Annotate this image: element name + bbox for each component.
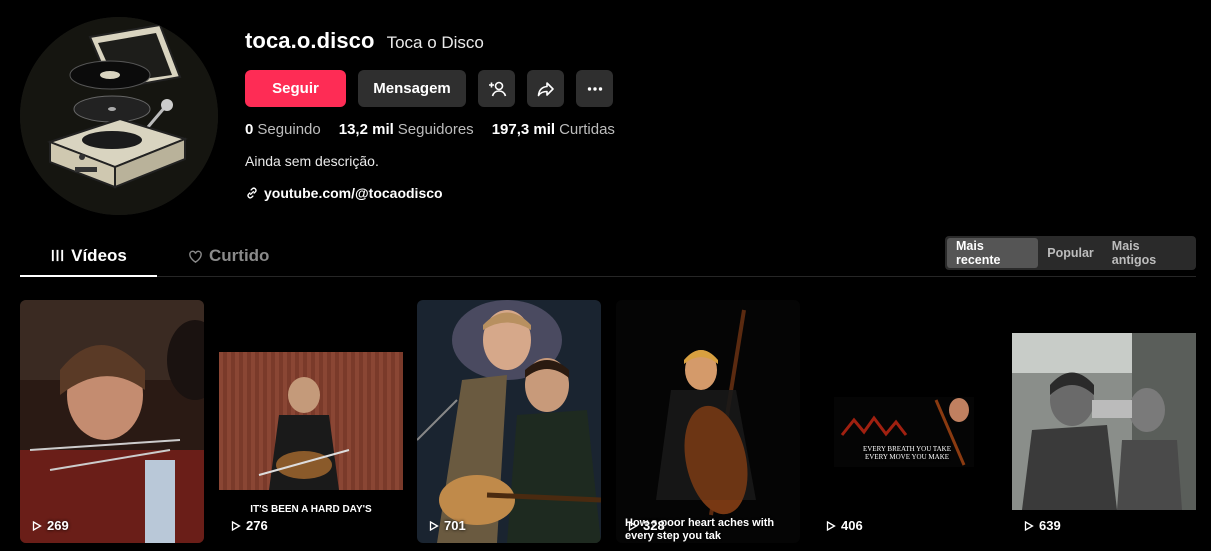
view-count: 276 (231, 518, 268, 533)
add-friend-button[interactable] (478, 70, 515, 107)
more-options-button[interactable] (576, 70, 613, 107)
play-icon (1024, 520, 1034, 531)
view-count-value: 269 (47, 518, 69, 533)
view-count: 639 (1024, 518, 1061, 533)
tab-videos[interactable]: Vídeos (20, 236, 157, 277)
play-icon (826, 520, 836, 531)
play-icon (628, 520, 638, 531)
profile-bio: Ainda sem descrição. (245, 153, 379, 169)
view-count: 406 (826, 518, 863, 533)
tab-videos-label: Vídeos (71, 245, 127, 265)
video-caption: IT'S BEEN A HARD DAY'S (250, 504, 372, 515)
add-user-icon (488, 81, 506, 96)
following-label: Seguindo (257, 121, 321, 138)
video-card[interactable]: EVERY BREATH YOU TAKE EVERY MOVE YOU MAK… (814, 300, 998, 543)
view-count-value: 701 (444, 518, 466, 533)
profile-avatar[interactable] (20, 17, 218, 215)
video-thumbnail (616, 300, 800, 543)
video-thumbnail (814, 300, 998, 543)
heart-lock-icon (189, 250, 202, 263)
video-card[interactable]: 269 (20, 300, 204, 543)
view-count-value: 328 (643, 518, 665, 533)
view-count-value: 639 (1039, 518, 1061, 533)
likes-count: 197,3 mil (491, 121, 556, 138)
follow-button[interactable]: Seguir (245, 70, 346, 107)
record-player-illustration (20, 17, 218, 215)
profile-link[interactable]: youtube.com/@tocaodisco (245, 185, 615, 201)
view-count: 269 (32, 518, 69, 533)
link-icon (247, 187, 257, 199)
view-count: 701 (429, 518, 466, 533)
more-dots-icon (587, 86, 602, 91)
video-card[interactable]: IT'S BEEN A HARD DAY'S 276 (219, 300, 403, 543)
profile-username: toca.o.disco (245, 28, 375, 53)
likes-stat: 197,3 mil Curtidas (492, 121, 615, 138)
video-thumbnail (1012, 300, 1196, 543)
profile-link-text: youtube.com/@tocaodisco (264, 185, 443, 201)
video-card[interactable]: 639 (1012, 300, 1196, 543)
name-row: toca.o.disco Toca o Disco (245, 28, 615, 54)
share-button[interactable] (527, 70, 564, 107)
sort-control: Mais recente Popular Mais antigos (945, 236, 1196, 270)
profile-nickname: Toca o Disco (386, 33, 484, 52)
followers-label: Seguidores (397, 121, 474, 138)
message-button[interactable]: Mensagem (358, 70, 466, 107)
view-count-value: 276 (246, 518, 268, 533)
profile-stats: 0 Seguindo 13,2 mil Seguidores 197,3 mil Cu… (245, 121, 615, 138)
profile-info: toca.o.disco Toca o Disco Seguir Mensage… (245, 28, 615, 201)
video-thumbnail (20, 300, 204, 543)
followers-stat[interactable]: 13,2 mil Seguidores (339, 121, 474, 138)
tab-liked[interactable]: Curtido (188, 236, 269, 276)
sort-popular-button[interactable]: Popular (1038, 238, 1103, 268)
following-count: 0 (245, 121, 254, 138)
video-thumbnail (417, 300, 601, 543)
play-icon (231, 520, 241, 531)
sort-recent-button[interactable]: Mais recente (947, 238, 1039, 268)
likes-label: Curtidas (559, 121, 615, 138)
following-stat[interactable]: 0 Seguindo (245, 121, 321, 138)
profile-actions: Seguir Mensagem (245, 70, 615, 107)
play-icon (429, 520, 439, 531)
play-icon (32, 520, 42, 531)
followers-count: 13,2 mil (338, 121, 394, 138)
share-icon (537, 81, 554, 96)
tab-liked-label: Curtido (209, 246, 270, 265)
video-caption: EVERY BREATH YOU TAKE EVERY MOVE YOU MAK… (862, 445, 952, 461)
videos-grid-icon (52, 249, 64, 262)
view-count-value: 406 (841, 518, 863, 533)
video-card[interactable]: 701 (417, 300, 601, 543)
video-card[interactable]: How s poor heart aches with every step y… (616, 300, 800, 543)
view-count: 328 (628, 518, 665, 533)
sort-oldest-button[interactable]: Mais antigos (1103, 238, 1194, 268)
